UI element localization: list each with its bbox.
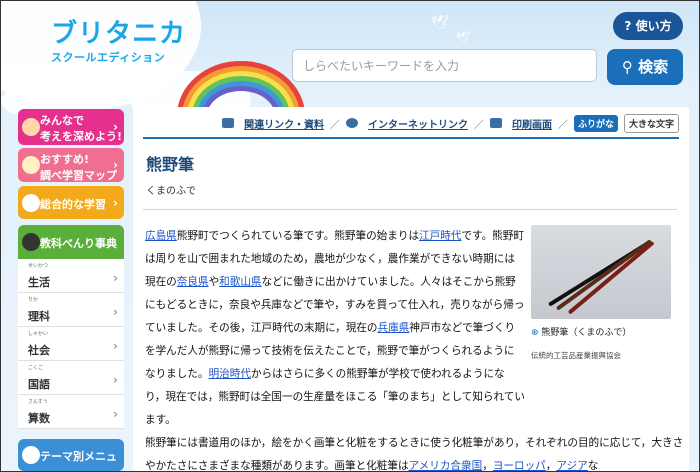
sidebar-think-line1: みんなで: [40, 114, 84, 127]
subject-ruby: りか: [28, 297, 39, 303]
sidebar-item-rika[interactable]: りか 理科 ›: [18, 293, 124, 327]
globe-icon: [22, 194, 40, 212]
internet-link[interactable]: インターネットリンク: [368, 116, 468, 131]
search-button[interactable]: ⚲ 検索: [607, 49, 683, 85]
globe-icon: [345, 118, 358, 128]
sidebar-subject-dictionary[interactable]: 教科べんり事典: [18, 225, 124, 259]
sidebar-think-line2: 考えを深めよう!: [40, 130, 123, 143]
sidebar-map-line2: 調べ学習マップ: [40, 169, 117, 182]
toolbar-divider: [143, 137, 679, 139]
howto-label: 使い方: [635, 19, 672, 33]
children-icon: [22, 118, 40, 136]
document-icon: [222, 118, 235, 128]
bird-icon: 🕊: [456, 31, 470, 44]
link-meiji-period[interactable]: 明治時代: [209, 368, 251, 380]
site-logo[interactable]: ブリタニカ スクールエディション: [51, 21, 186, 65]
photo-credit: 伝統的工芸品産業振興協会: [531, 351, 621, 360]
chevron-right-icon: ›: [113, 271, 118, 285]
link-edo-period[interactable]: 江戸時代: [419, 230, 461, 242]
sidebar-integrated-label: 総合的な学習: [40, 198, 106, 211]
article-paragraph-2: 熊野筆には書道用のほか，絵をかく画筆と化粧をするときに使う化粧筆があり，それぞれ…: [145, 432, 690, 472]
link-hiroshima[interactable]: 広島県: [145, 230, 177, 242]
link-hyogo[interactable]: 兵庫県: [378, 322, 410, 334]
menu-icon: [22, 446, 40, 464]
subject-label: 国語: [28, 378, 50, 391]
sidebar-item-sansu[interactable]: さんすう 算数 ›: [18, 395, 124, 429]
chevron-right-icon: ›: [113, 120, 118, 134]
sidebar-dictionary-label: 教科べんり事典: [40, 237, 117, 250]
chevron-right-icon: ›: [113, 158, 118, 172]
page-frame: 🕊 🕊 ブリタニカ スクールエディション ? 使い方 しらべたいキーワードを入力…: [0, 0, 700, 472]
text-segment: 熊野町でつくられている筆です。熊野筆の始まりは: [176, 230, 420, 242]
brush-photo[interactable]: [531, 225, 671, 319]
caption-text: 熊野筆（くまのふで）: [541, 328, 632, 338]
page-title: 熊野筆: [146, 155, 195, 174]
search-input[interactable]: しらべたいキーワードを入力: [292, 49, 597, 82]
chevron-right-icon: ›: [113, 407, 118, 421]
furigana-toggle[interactable]: ふりがな: [573, 114, 618, 132]
sidebar-theme-menu[interactable]: テーマ別メニュー: [18, 439, 124, 471]
link-europe[interactable]: ヨーロッパ: [493, 460, 546, 471]
print-link[interactable]: 印刷画面: [512, 116, 552, 131]
chevron-right-icon: ›: [113, 339, 118, 353]
bird-icon: 🕊: [431, 15, 449, 31]
text-segment: や: [208, 276, 220, 288]
logo-sub-text: スクールエディション: [51, 51, 166, 64]
toolbar-separator: ／: [473, 119, 484, 131]
related-links-link[interactable]: 関連リンク・資料: [244, 116, 324, 131]
title-divider: [143, 209, 677, 210]
toolbar-separator: ／: [557, 119, 568, 131]
sidebar-item-seikatsu[interactable]: せいかつ 生活 ›: [18, 259, 124, 293]
sidebar-theme-label: テーマ別メニュー: [40, 450, 117, 471]
howto-button[interactable]: ? 使い方: [613, 12, 683, 40]
chevron-right-icon: ›: [113, 373, 118, 387]
large-text-toggle[interactable]: 大きな文字: [623, 113, 679, 133]
article-paragraph-1: 広島県熊野町でつくられている筆です。熊野筆の始まりは江戸時代です。熊野町は周りを…: [145, 225, 525, 432]
text-segment: ，: [545, 460, 557, 472]
link-asia[interactable]: アジア: [556, 460, 587, 471]
subject-menu: せいかつ 生活 › りか 理科 › しゃかい 社会 › こくご 国語 › さんす…: [18, 259, 124, 429]
telescope-icon: [22, 233, 40, 251]
link-usa[interactable]: アメリカ合衆国: [409, 460, 483, 471]
chevron-right-icon: ›: [113, 305, 118, 319]
sidebar-map-line1: おすすめ!: [40, 153, 90, 166]
photo-caption[interactable]: ⊕ 熊野筆（くまのふで）: [531, 325, 631, 338]
sidebar-research-map[interactable]: おすすめ! 調べ学習マップ ›: [18, 148, 124, 182]
subject-ruby: さんすう: [28, 399, 48, 405]
subject-label: 社会: [28, 344, 50, 357]
article-panel: 関連リンク・資料 ／ インターネットリンク ／ 印刷画面 ／ ふりがな 大きな文…: [133, 107, 690, 472]
subject-ruby: こくご: [28, 365, 44, 371]
text-segment: な: [587, 460, 599, 472]
sidebar-think-together[interactable]: みんなで 考えを深めよう! ›: [18, 109, 124, 145]
sidebar-item-kokugo[interactable]: こくご 国語 ›: [18, 361, 124, 395]
map-icon: [22, 156, 40, 174]
subject-label: 理科: [28, 310, 50, 323]
link-wakayama[interactable]: 和歌山県: [219, 276, 261, 288]
search-button-label: 検索: [638, 58, 669, 76]
link-nara[interactable]: 奈良県: [177, 276, 209, 288]
search-icon: ⚲: [621, 58, 633, 76]
help-icon: ?: [624, 19, 632, 33]
zoom-icon: ⊕: [531, 328, 539, 338]
brush-image: [567, 240, 655, 315]
chevron-right-icon: ›: [113, 195, 118, 210]
sidebar-item-shakai[interactable]: しゃかい 社会 ›: [18, 327, 124, 361]
article-toolbar: 関連リンク・資料 ／ インターネットリンク ／ 印刷画面 ／ ふりがな 大きな文…: [222, 113, 679, 133]
sidebar-integrated-study[interactable]: 総合的な学習 ›: [18, 186, 124, 219]
brush-image: [555, 239, 653, 311]
subject-ruby: しゃかい: [28, 331, 49, 337]
toolbar-separator: ／: [329, 119, 340, 131]
logo-main-text: ブリタニカ: [51, 19, 187, 49]
title-reading: くまのふで: [146, 186, 196, 197]
printer-icon: [489, 118, 502, 128]
text-segment: ，: [482, 460, 493, 472]
subject-label: 算数: [28, 412, 50, 425]
subject-ruby: せいかつ: [28, 263, 49, 269]
subject-label: 生活: [28, 276, 50, 289]
